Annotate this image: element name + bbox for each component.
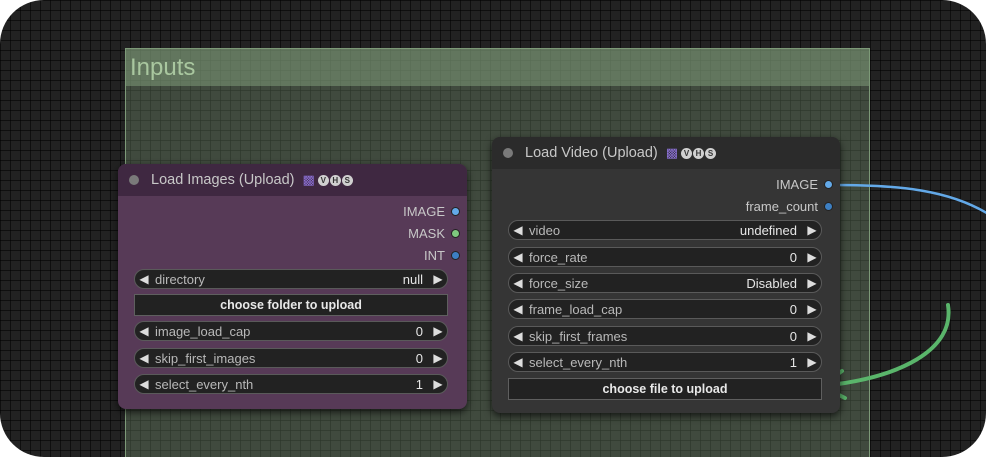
load-images-node[interactable]: Load Images (Upload) ▩ V H S IMAGE MASK …	[118, 164, 467, 409]
h-badge-icon: H	[693, 147, 705, 159]
widget-value: undefined	[739, 222, 797, 238]
widget-skip-first-images[interactable]: ◀ skip_first_images 0 ▶	[134, 348, 448, 368]
bot-icon: ▩	[665, 145, 679, 160]
widget-skip-first-frames[interactable]: ◀ skip_first_frames 0 ▶	[508, 326, 822, 346]
vhs-badges: ▩ V H S	[302, 172, 353, 188]
bot-icon: ▩	[302, 172, 315, 187]
decrement-arrow-icon[interactable]: ◀	[135, 351, 153, 365]
output-socket[interactable]	[451, 207, 460, 216]
decrement-arrow-icon[interactable]: ◀	[509, 276, 527, 290]
widget-label: skip_first_images	[155, 350, 256, 366]
v-badge-icon: V	[681, 147, 693, 159]
decrement-arrow-icon[interactable]: ◀	[509, 250, 527, 264]
increment-arrow-icon[interactable]: ▶	[429, 351, 447, 365]
widget-value: null	[402, 271, 423, 287]
increment-arrow-icon[interactable]: ▶	[429, 377, 447, 391]
widget-value: 1	[415, 376, 423, 392]
h-badge-icon: H	[329, 174, 341, 186]
output-socket[interactable]	[824, 180, 833, 189]
widget-frame-load-cap[interactable]: ◀ frame_load_cap 0 ▶	[508, 299, 822, 319]
increment-arrow-icon[interactable]: ▶	[429, 272, 447, 286]
output-socket[interactable]	[451, 229, 460, 238]
widget-value: 0	[415, 323, 423, 339]
output-mask[interactable]: MASK	[408, 226, 467, 241]
widget-select-every-nth[interactable]: ◀ select_every_nth 1 ▶	[134, 374, 448, 394]
widget-value: 0	[789, 328, 797, 344]
widget-force-rate[interactable]: ◀ force_rate 0 ▶	[508, 247, 822, 267]
choose-file-button[interactable]: choose file to upload	[508, 378, 822, 400]
node-title-bar[interactable]: Load Images (Upload) ▩ V H S	[118, 164, 467, 196]
widget-label: select_every_nth	[529, 354, 628, 370]
increment-arrow-icon[interactable]: ▶	[803, 329, 821, 343]
decrement-arrow-icon[interactable]: ◀	[509, 355, 527, 369]
increment-arrow-icon[interactable]: ▶	[803, 355, 821, 369]
increment-arrow-icon[interactable]: ▶	[429, 324, 447, 338]
output-frame-count[interactable]: frame_count	[746, 199, 840, 214]
decrement-arrow-icon[interactable]: ◀	[509, 302, 527, 316]
increment-arrow-icon[interactable]: ▶	[803, 250, 821, 264]
output-label: frame_count	[745, 199, 818, 214]
collapse-dot-icon[interactable]	[503, 148, 513, 158]
widget-label: skip_first_frames	[529, 328, 628, 344]
node-canvas[interactable]: Inputs Load Images (Upload) ▩ V H S IMAG…	[0, 0, 986, 457]
widget-video[interactable]: ◀ video undefined ▶	[508, 220, 822, 240]
s-badge-icon: S	[341, 174, 353, 186]
decrement-arrow-icon[interactable]: ◀	[135, 324, 153, 338]
image-link	[833, 183, 986, 215]
node-title: Load Video (Upload)	[525, 145, 658, 161]
widget-label: force_rate	[529, 249, 588, 265]
collapse-dot-icon[interactable]	[129, 175, 139, 185]
s-badge-icon: S	[705, 147, 717, 159]
node-title: Load Images (Upload)	[151, 172, 295, 188]
output-label: IMAGE	[776, 177, 818, 192]
load-video-node[interactable]: Load Video (Upload) ▩ V H S IMAGE frame_…	[492, 137, 840, 413]
decrement-arrow-icon[interactable]: ◀	[135, 272, 153, 286]
widget-value: 0	[415, 350, 423, 366]
output-label: MASK	[408, 226, 445, 241]
widget-label: force_size	[529, 275, 589, 291]
widget-force-size[interactable]: ◀ force_size Disabled ▶	[508, 273, 822, 293]
output-socket[interactable]	[451, 251, 460, 260]
widget-value: Disabled	[746, 275, 797, 291]
decrement-arrow-icon[interactable]: ◀	[509, 329, 527, 343]
widget-value: 0	[789, 249, 797, 265]
output-image[interactable]: IMAGE	[776, 177, 840, 192]
widget-value: 1	[789, 354, 797, 370]
widget-directory[interactable]: ◀ directory null ▶	[134, 269, 448, 289]
choose-folder-button[interactable]: choose folder to upload	[134, 294, 448, 316]
widget-value: 0	[789, 301, 797, 317]
widget-label: image_load_cap	[155, 323, 251, 339]
output-label: IMAGE	[403, 204, 445, 219]
widget-label: frame_load_cap	[529, 301, 623, 317]
output-int[interactable]: INT	[424, 248, 467, 263]
output-image[interactable]: IMAGE	[403, 204, 467, 219]
decrement-arrow-icon[interactable]: ◀	[509, 223, 527, 237]
node-title-bar[interactable]: Load Video (Upload) ▩ V H S	[492, 137, 840, 169]
vhs-badges: ▩ V H S	[665, 145, 717, 161]
widget-label: directory	[155, 271, 205, 287]
widget-label: select_every_nth	[155, 376, 254, 392]
widget-image-load-cap[interactable]: ◀ image_load_cap 0 ▶	[134, 321, 448, 341]
output-socket[interactable]	[824, 202, 833, 211]
v-badge-icon: V	[317, 174, 329, 186]
increment-arrow-icon[interactable]: ▶	[803, 223, 821, 237]
widget-label: video	[529, 222, 561, 238]
decrement-arrow-icon[interactable]: ◀	[135, 377, 153, 391]
increment-arrow-icon[interactable]: ▶	[803, 276, 821, 290]
output-label: INT	[424, 248, 445, 263]
widget-select-every-nth[interactable]: ◀ select_every_nth 1 ▶	[508, 352, 822, 372]
increment-arrow-icon[interactable]: ▶	[803, 302, 821, 316]
